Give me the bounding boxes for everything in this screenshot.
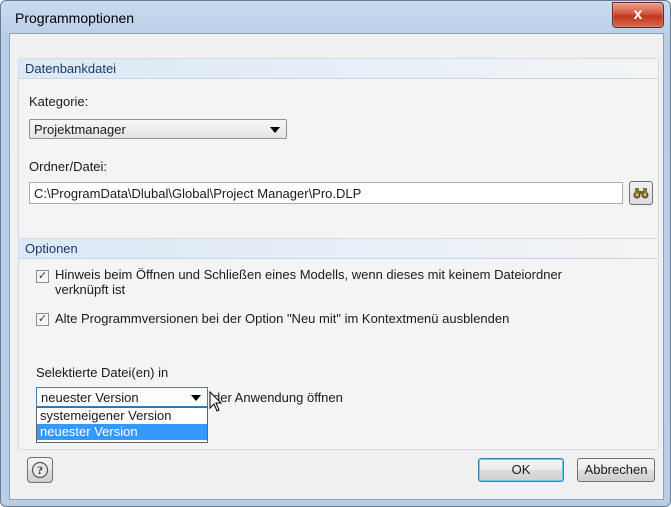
close-button[interactable]: x [612, 2, 664, 28]
svg-text:?: ? [37, 463, 43, 477]
hide-old-versions-checkbox[interactable]: ✓ [36, 313, 49, 326]
version-select[interactable]: neuester Version [36, 387, 208, 407]
options-group: Optionen ✓ Hinweis beim Öffnen und Schli… [18, 238, 659, 450]
window-title: Programmoptionen [15, 10, 135, 26]
category-select-value: Projektmanager [34, 122, 126, 137]
version-suffix-label: der Anwendung öffnen [213, 390, 343, 405]
category-label: Kategorie: [29, 94, 89, 109]
unlinked-model-warning-label-line2: verknüpft ist [55, 282, 126, 297]
dialog-client: Datenbankdatei Kategorie: Projektmanager… [9, 33, 664, 500]
database-group-header: Datenbankdatei [19, 59, 658, 79]
folder-path-field[interactable]: C:\ProgramData\Dlubal\Global\Project Man… [29, 182, 623, 204]
help-button[interactable]: ? [27, 457, 53, 483]
checkmark-icon: ✓ [37, 313, 48, 325]
database-group: Datenbankdatei Kategorie: Projektmanager… [18, 58, 659, 247]
version-option-newest[interactable]: neuester Version [37, 424, 207, 440]
chevron-down-icon [270, 127, 280, 133]
browse-button[interactable] [629, 181, 653, 205]
selected-files-label: Selektierte Datei(en) in [36, 365, 169, 380]
folder-path-value: C:\ProgramData\Dlubal\Global\Project Man… [34, 186, 362, 201]
binoculars-icon [633, 188, 649, 199]
unlinked-model-warning-checkbox[interactable]: ✓ [36, 270, 49, 283]
dialog-window: Programmoptionen x Datenbankdatei Katego… [0, 0, 671, 507]
ok-button[interactable]: OK [478, 458, 564, 482]
help-icon: ? [31, 461, 49, 479]
chevron-down-icon [191, 395, 201, 401]
version-option-system[interactable]: systemeigener Version [37, 408, 207, 424]
unlinked-model-warning-label-line1: Hinweis beim Öffnen und Schließen eines … [55, 267, 563, 282]
cancel-button[interactable]: Abbrechen [577, 458, 655, 482]
folder-label: Ordner/Datei: [29, 159, 108, 174]
checkmark-icon: ✓ [37, 270, 48, 282]
close-icon: x [633, 6, 643, 23]
options-group-header: Optionen [19, 239, 658, 259]
category-select[interactable]: Projektmanager [29, 119, 287, 139]
mouse-cursor-icon [209, 391, 223, 412]
hide-old-versions-label: Alte Programmversionen bei der Option "N… [55, 311, 510, 326]
title-bar: Programmoptionen x [1, 1, 670, 35]
version-select-value: neuester Version [41, 390, 139, 405]
version-dropdown-list: systemeigener Version neuester Version [36, 407, 208, 443]
